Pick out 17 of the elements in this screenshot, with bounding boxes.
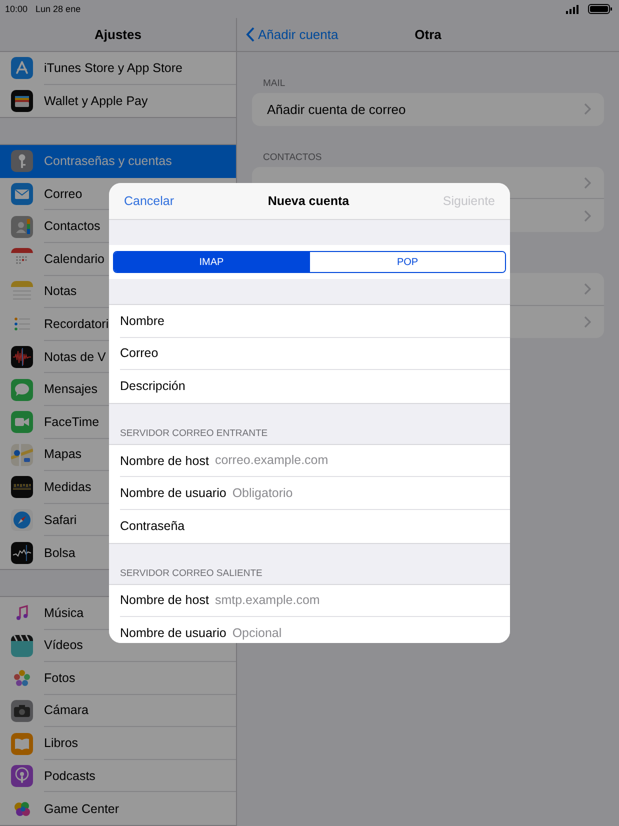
clock-time: 10:00 xyxy=(5,4,28,14)
section-header: MAIL xyxy=(263,78,286,89)
section-header: CONTACTOS xyxy=(263,152,322,163)
section-header: SERVIDOR CORREO SALIENTE xyxy=(120,568,262,579)
sheet-title: Nueva cuenta xyxy=(268,194,350,208)
field-label: Nombre de host xyxy=(120,454,209,468)
field-label: Contraseña xyxy=(120,519,185,534)
field-label: Nombre xyxy=(120,314,164,328)
field-label: Nombre de usuario xyxy=(120,626,226,640)
sidebar-title: Ajustes xyxy=(94,27,142,42)
section-header: SERVIDOR CORREO ENTRANTE xyxy=(120,428,268,439)
field-label: Nombre de host xyxy=(120,593,209,608)
field-label: Descripción xyxy=(120,379,186,394)
field-label: Nombre de usuario xyxy=(120,486,226,500)
field-label: Correo xyxy=(120,346,158,360)
page-title: Otra xyxy=(414,27,442,42)
status-date: Lun 28 ene xyxy=(36,4,81,14)
